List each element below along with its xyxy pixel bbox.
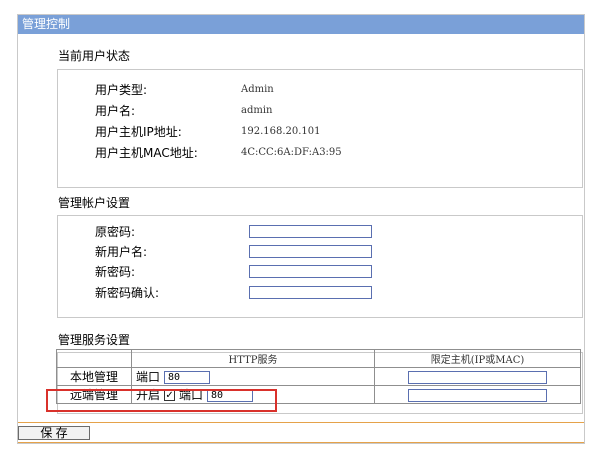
local-port-label: 端口 [136, 370, 161, 384]
new-username-label: 新用户名: [95, 245, 148, 259]
new-password-label: 新密码: [95, 265, 136, 279]
status-label-user-type: 用户类型: [95, 83, 148, 97]
confirm-password-input[interactable] [249, 286, 372, 299]
account-section-title: 管理帐户设置 [58, 196, 131, 210]
service-header-host: 限定主机(IP或MAC) [374, 349, 581, 368]
local-http-cell: 端口 80 [131, 367, 375, 386]
local-host-input[interactable] [408, 370, 547, 384]
service-header-row: HTTP服务 限定主机(IP或MAC) [56, 349, 581, 368]
local-management-row: 本地管理 端口 80 [56, 367, 581, 386]
status-label-username: 用户名: [95, 104, 136, 118]
panel-title: 管理控制 [22, 17, 71, 31]
remote-management-highlight [46, 389, 277, 412]
status-value-username: admin [241, 105, 273, 116]
panel-titlebar: 管理控制 [18, 15, 584, 34]
new-username-input[interactable] [249, 245, 372, 258]
service-section-title: 管理服务设置 [58, 333, 131, 347]
status-section-title: 当前用户状态 [58, 49, 131, 63]
new-password-input[interactable] [249, 265, 372, 278]
service-header-http: HTTP服务 [131, 349, 375, 368]
local-host-cell [374, 367, 581, 386]
save-button[interactable]: 保 存 [18, 426, 90, 440]
old-password-label: 原密码: [95, 225, 136, 239]
status-value-user-type: Admin [241, 84, 274, 95]
old-password-input[interactable] [249, 225, 372, 238]
local-port-input[interactable]: 80 [164, 371, 211, 384]
remote-host-cell [374, 385, 581, 404]
confirm-password-label: 新密码确认: [95, 286, 160, 300]
local-management-label: 本地管理 [56, 367, 132, 386]
status-label-host-mac: 用户主机MAC地址: [95, 146, 198, 160]
bottom-bar [18, 422, 584, 443]
status-value-host-ip: 192.168.20.101 [241, 126, 321, 137]
status-label-host-ip: 用户主机IP地址: [95, 125, 182, 139]
remote-host-input[interactable] [408, 388, 547, 402]
service-header-blank [56, 349, 132, 368]
status-value-host-mac: 4C:CC:6A:DF:A3:95 [241, 147, 342, 158]
